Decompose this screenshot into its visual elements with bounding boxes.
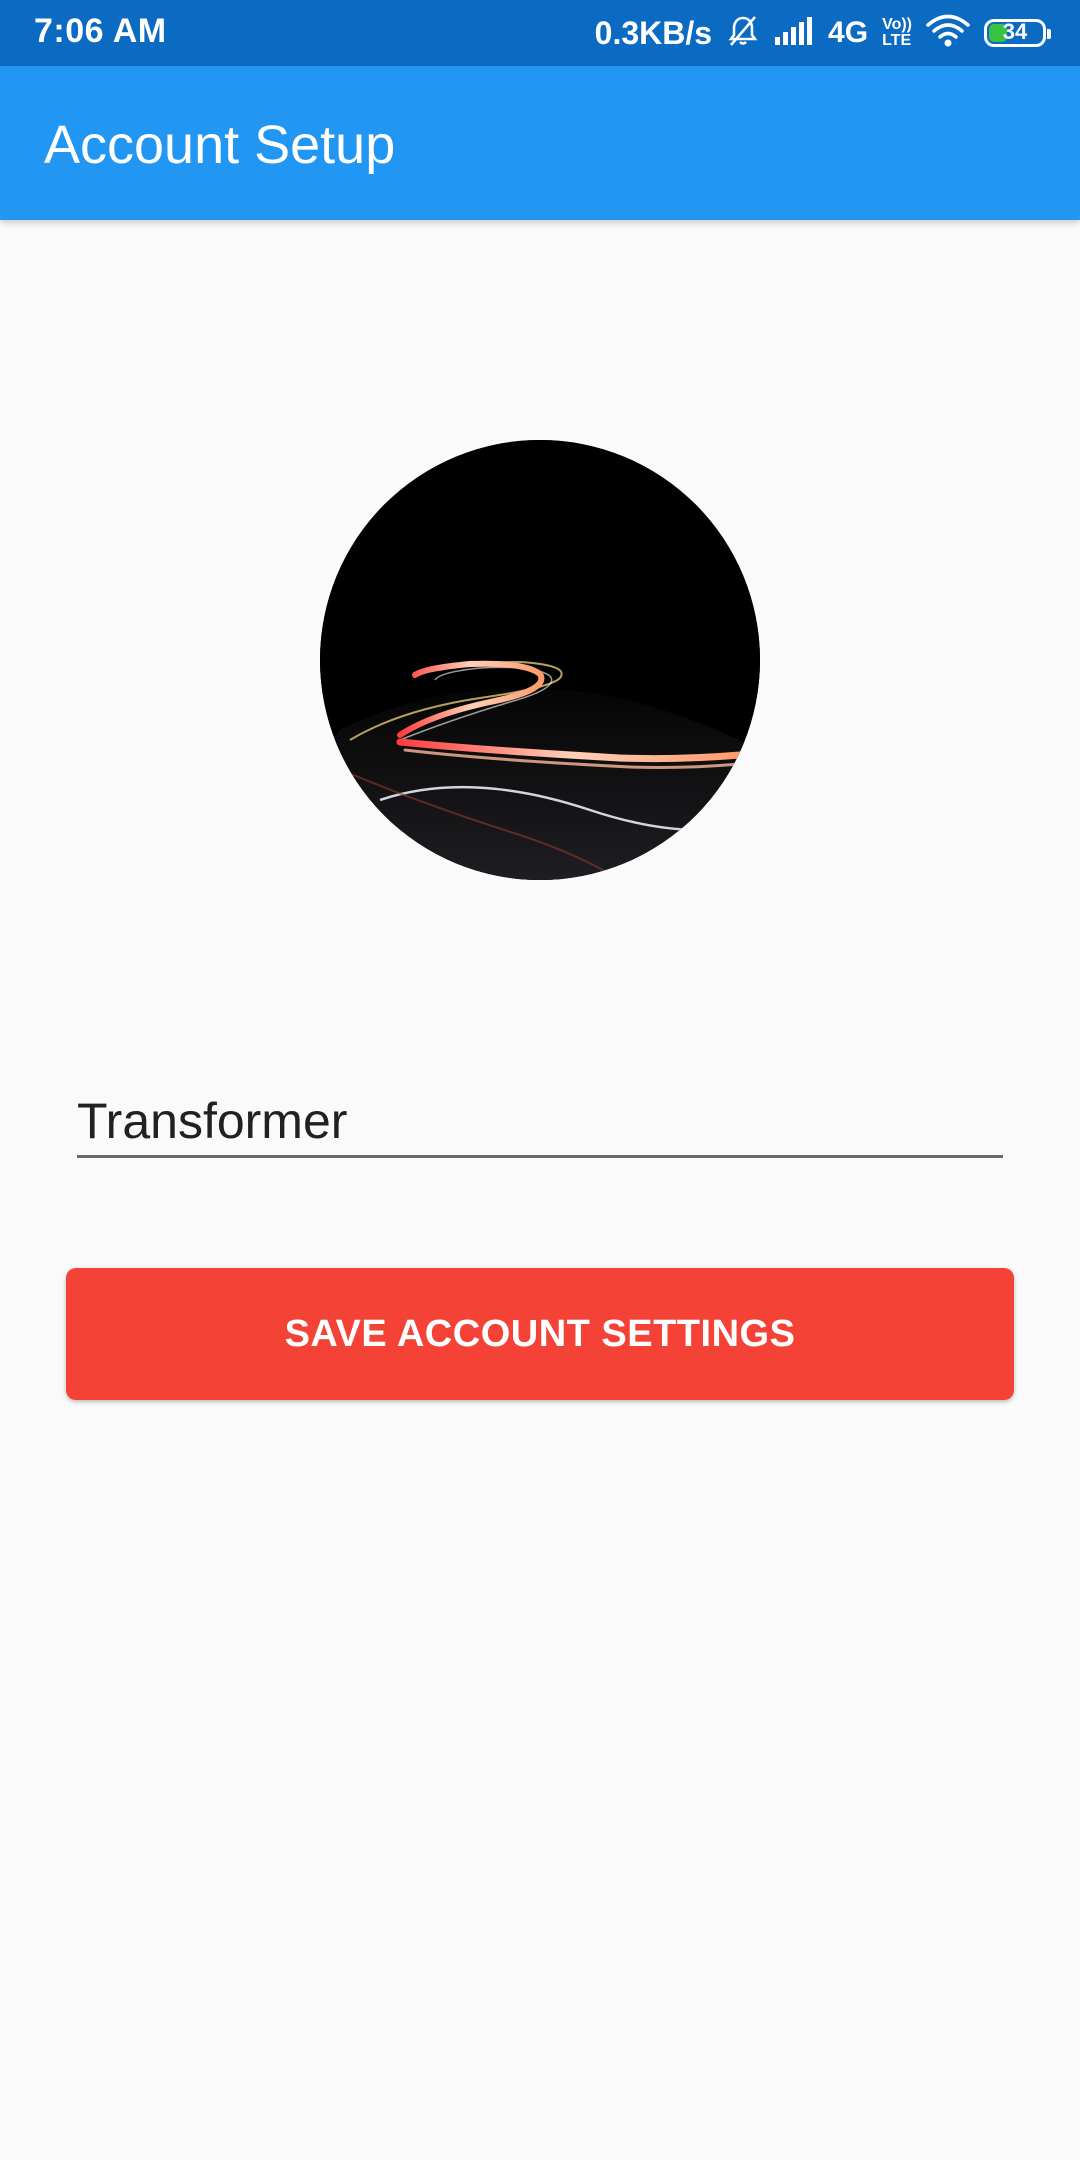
avatar-image xyxy=(320,440,760,880)
volte-top: Vo)) xyxy=(882,16,912,33)
status-bar: 7:06 AM 0.3KB/s 4G Vo)) LTE 34 xyxy=(0,0,1080,66)
volte-bottom: LTE xyxy=(882,32,912,49)
name-input[interactable]: Transformer xyxy=(77,1080,1003,1158)
status-icons: 0.3KB/s 4G Vo)) LTE 34 xyxy=(594,10,1051,56)
signal-icon xyxy=(774,15,814,52)
app-bar: Account Setup xyxy=(0,66,1080,220)
battery-icon: 34 xyxy=(984,19,1051,47)
mute-icon xyxy=(726,14,760,53)
network-speed: 0.3KB/s xyxy=(594,14,713,51)
volte-indicator: Vo)) LTE xyxy=(882,17,912,49)
battery-tip xyxy=(1047,29,1051,39)
battery-level: 34 xyxy=(1002,19,1028,44)
wifi-icon xyxy=(926,14,970,53)
network-type: 4G xyxy=(828,16,869,49)
profile-avatar[interactable] xyxy=(320,440,760,880)
page-title: Account Setup xyxy=(44,115,396,175)
save-account-settings-button[interactable]: SAVE ACCOUNT SETTINGS xyxy=(66,1268,1014,1400)
name-input-value[interactable]: Transformer xyxy=(77,1092,347,1150)
status-time: 7:06 AM xyxy=(34,12,167,50)
